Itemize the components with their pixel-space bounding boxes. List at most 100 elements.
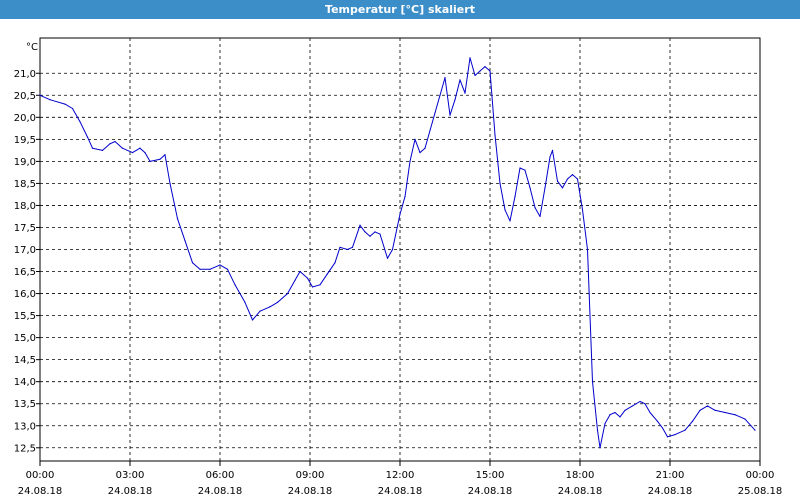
y-axis-unit: °C bbox=[26, 42, 38, 53]
data-point bbox=[419, 151, 421, 154]
data-point bbox=[691, 420, 694, 422]
temperature-chart: 12,5 13,0 13,5 14,0 14,5 15,0 15,5 16,0 16,5 17,0… bbox=[14, 37, 783, 497]
x-tick-time: 18:00 bbox=[566, 470, 595, 481]
data-point bbox=[149, 160, 151, 162]
data-point bbox=[339, 246, 341, 248]
data-point bbox=[294, 279, 296, 281]
x-tick-date: 24.08.18 bbox=[18, 486, 63, 497]
data-point bbox=[494, 134, 496, 136]
data-point bbox=[474, 74, 476, 77]
data-point bbox=[334, 262, 336, 264]
data-point bbox=[566, 178, 569, 180]
data-point bbox=[504, 209, 506, 211]
data-point bbox=[624, 409, 626, 411]
x-tick-time: 06:00 bbox=[206, 470, 235, 481]
data-point bbox=[86, 136, 89, 138]
x-tick-date: 24.08.18 bbox=[198, 486, 243, 497]
y-tick-label: 18,5 bbox=[14, 179, 36, 190]
data-point bbox=[586, 248, 589, 251]
data-point bbox=[131, 151, 134, 154]
data-point bbox=[101, 149, 104, 151]
data-point bbox=[269, 306, 271, 308]
data-point bbox=[519, 167, 521, 169]
data-point bbox=[544, 187, 546, 189]
data-point bbox=[581, 209, 584, 211]
x-tick-time: 00:00 bbox=[26, 470, 55, 481]
x-tick-date: 24.08.18 bbox=[378, 486, 423, 497]
data-point bbox=[276, 301, 279, 303]
y-tick-label: 18,0 bbox=[14, 201, 36, 212]
data-point bbox=[459, 79, 461, 81]
x-tick-time: 00:00 bbox=[746, 470, 775, 481]
data-point bbox=[164, 154, 166, 156]
y-tick-label: 16,5 bbox=[14, 267, 36, 278]
data-point bbox=[604, 422, 606, 425]
data-point bbox=[144, 151, 146, 154]
data-point bbox=[374, 231, 376, 233]
data-point bbox=[169, 182, 171, 185]
data-point bbox=[649, 411, 651, 414]
data-point bbox=[139, 147, 141, 149]
data-point bbox=[311, 286, 314, 288]
data-point bbox=[364, 231, 366, 233]
data-point bbox=[326, 273, 329, 275]
data-point bbox=[386, 257, 389, 259]
data-point bbox=[661, 427, 664, 429]
data-point bbox=[534, 207, 536, 209]
data-point bbox=[159, 158, 161, 160]
data-point bbox=[424, 147, 426, 149]
data-point bbox=[619, 416, 621, 418]
data-point bbox=[479, 70, 481, 72]
data-point bbox=[391, 248, 394, 251]
data-point bbox=[79, 121, 81, 123]
data-point bbox=[714, 409, 716, 411]
data-point bbox=[39, 94, 41, 96]
x-tick-date: 24.08.18 bbox=[288, 486, 333, 497]
y-tick-label: 16,0 bbox=[14, 289, 36, 300]
data-point bbox=[444, 77, 446, 79]
data-point bbox=[666, 436, 669, 438]
data-point bbox=[684, 429, 686, 431]
y-tick-label: 13,5 bbox=[14, 399, 36, 410]
y-tick-label: 15,0 bbox=[14, 333, 36, 344]
data-point bbox=[631, 405, 634, 407]
data-point bbox=[251, 319, 254, 321]
data-point bbox=[656, 420, 659, 422]
data-point bbox=[259, 310, 261, 312]
data-point bbox=[644, 403, 646, 405]
data-point bbox=[434, 112, 436, 114]
data-point bbox=[464, 92, 466, 94]
data-point bbox=[219, 264, 221, 266]
data-point bbox=[176, 218, 179, 220]
data-point bbox=[379, 233, 381, 235]
data-point bbox=[724, 411, 726, 414]
data-point bbox=[234, 284, 236, 286]
data-point bbox=[449, 114, 451, 116]
data-point bbox=[614, 411, 616, 414]
y-tick-label: 17,5 bbox=[14, 223, 36, 234]
data-point bbox=[539, 215, 541, 218]
x-tick-time: 09:00 bbox=[296, 470, 325, 481]
x-tick-date: 24.08.18 bbox=[648, 486, 693, 497]
data-point bbox=[454, 99, 456, 101]
data-point bbox=[319, 284, 321, 286]
data-point bbox=[576, 178, 579, 180]
data-point bbox=[306, 277, 309, 279]
data-point bbox=[596, 429, 599, 431]
chart-title: Temperatur [°C] skaliert bbox=[0, 0, 800, 19]
series-line bbox=[39, 57, 756, 449]
data-point bbox=[439, 94, 441, 96]
x-tick-date: 24.08.18 bbox=[468, 486, 513, 497]
data-point bbox=[286, 292, 289, 295]
data-point bbox=[469, 57, 471, 59]
data-point bbox=[404, 196, 406, 198]
y-tick-label: 19,0 bbox=[14, 157, 36, 168]
data-point bbox=[429, 129, 431, 132]
y-tick-label: 14,5 bbox=[14, 355, 36, 366]
data-point bbox=[744, 418, 746, 420]
data-point bbox=[64, 103, 66, 105]
y-tick-label: 12,5 bbox=[14, 443, 36, 454]
data-point bbox=[524, 169, 526, 171]
x-tick-date: 24.08.18 bbox=[108, 486, 153, 497]
x-tick-date: 25.08.18 bbox=[738, 486, 783, 497]
